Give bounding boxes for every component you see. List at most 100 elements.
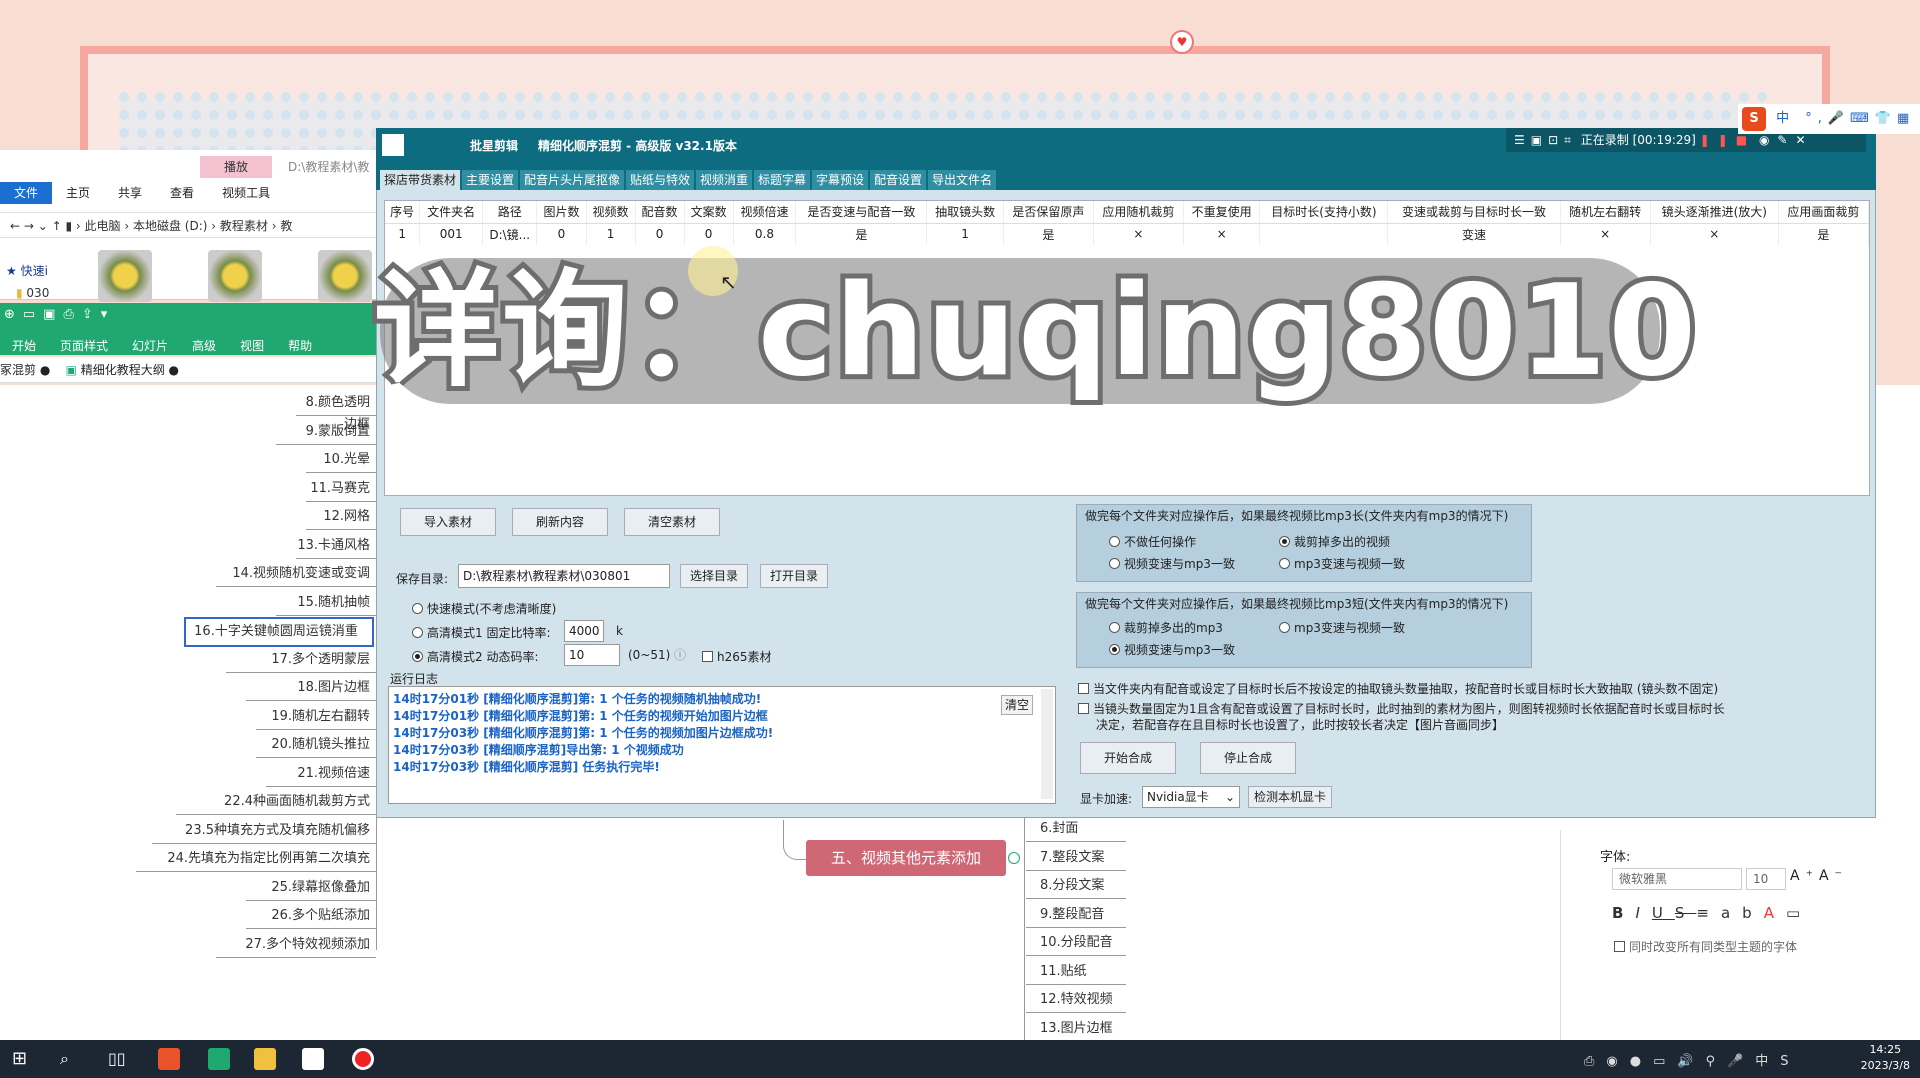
mindmap-item[interactable]: 11.马赛克	[306, 478, 376, 502]
log-clear-button[interactable]: 清空	[1001, 695, 1033, 715]
mindmap-item[interactable]: 9.整段配音	[1026, 904, 1126, 928]
font-family-select[interactable]: 微软雅黑	[1612, 868, 1742, 890]
nav-arrows-icon[interactable]: ← → ⌄ ↑ ▮ ›	[10, 219, 85, 233]
mindmap-item[interactable]: 23.5种填充方式及填充随机偏移	[152, 820, 376, 844]
mindmap-item[interactable]: 9.蒙版倒置	[276, 421, 376, 445]
tab-dubbing-matting[interactable]: 配音片头片尾抠像	[520, 170, 624, 190]
mindmap-item[interactable]: 10.分段配音	[1026, 932, 1126, 956]
mindmap-item[interactable]: 13.图片边框	[1026, 1018, 1126, 1042]
detect-gpu-button[interactable]: 检测本机显卡	[1248, 786, 1332, 808]
ime-tools-icon[interactable]: 🎤⌨👕▦	[1828, 111, 1915, 126]
column-header[interactable]: 应用随机裁剪	[1093, 201, 1184, 224]
mindmap-item[interactable]: 11.贴纸	[1026, 961, 1126, 985]
option-radio[interactable]: 裁剪掉多出的视频	[1279, 533, 1390, 550]
option-radio[interactable]: 视频变速与mp3一致	[1109, 555, 1235, 572]
mindmap-item[interactable]: 12.网格	[306, 506, 376, 530]
option-radio[interactable]: 不做任何操作	[1109, 533, 1196, 550]
breadcrumb[interactable]: ← → ⌄ ↑ ▮ › 此电脑 › 本地磁盘 (D:) › 教程素材 › 教	[0, 212, 380, 238]
ime-toolbar[interactable]: S 中 °,🎤⌨👕▦	[1738, 104, 1920, 134]
tab-dubbing-settings[interactable]: 配音设置	[870, 170, 926, 190]
mindmap-item[interactable]: 24.先填充为指定比例再第二次填充	[136, 848, 376, 872]
app-icon[interactable]	[158, 1048, 180, 1070]
mindmap-item[interactable]: 7.整段文案	[1026, 847, 1126, 871]
mindmap-item[interactable]: 16.十字关键帧圆周运镜消重	[184, 617, 374, 647]
option-radio[interactable]: 裁剪掉多出的mp3	[1109, 619, 1223, 636]
tab-video-tools[interactable]: 视频工具	[208, 182, 284, 204]
option-radio[interactable]: mp3变速与视频一致	[1279, 619, 1405, 636]
column-header[interactable]: 序号	[385, 201, 421, 224]
mindmap-item[interactable]: 26.多个贴纸添加	[246, 905, 376, 929]
tab-title-subtitle[interactable]: 标题字幕	[754, 170, 810, 190]
thumbnail[interactable]	[208, 250, 262, 302]
doc-tab-active[interactable]: ▣ 精细化教程大纲	[66, 363, 165, 377]
play-tab[interactable]: 播放	[200, 156, 272, 178]
mindmap-item[interactable]: 27.多个特效视频添加	[216, 934, 376, 958]
font-size-adjust-icon[interactable]: A⁺A⁻	[1790, 868, 1848, 884]
mindmap-item[interactable]: 22.4种画面随机裁剪方式	[176, 791, 376, 815]
tab-view[interactable]: 查看	[156, 182, 208, 204]
import-button[interactable]: 导入素材	[400, 508, 496, 536]
pause-stop-icon[interactable]: ❚❚■	[1700, 133, 1755, 147]
refresh-button[interactable]: 刷新内容	[512, 508, 608, 536]
task-view-icon[interactable]: ▯▯	[108, 1048, 130, 1070]
hq2-mode-radio[interactable]: 高清模式2 动态码率:	[412, 648, 539, 665]
thumbnail[interactable]	[98, 250, 152, 302]
crumb-disk[interactable]: 本地磁盘 (D:)	[133, 219, 207, 233]
mindmap-item[interactable]: 10.光晕	[306, 449, 376, 473]
column-header[interactable]: 不重复使用	[1183, 201, 1261, 224]
mindmap-item[interactable]: 19.随机左右翻转	[256, 706, 376, 730]
font-size-select[interactable]: 10	[1746, 868, 1786, 890]
menu-help[interactable]: 帮助	[288, 337, 312, 354]
hq1-mode-radio[interactable]: 高清模式1 固定比特率:	[412, 624, 551, 641]
crumb-sub[interactable]: 教	[280, 219, 292, 233]
fast-mode-radio[interactable]: 快速模式(不考虑清晰度)	[412, 600, 556, 617]
column-header[interactable]: 目标时长(支持小数)	[1259, 201, 1389, 224]
folder-icon[interactable]	[254, 1048, 276, 1070]
menu-slides[interactable]: 幻灯片	[132, 337, 168, 354]
folder-item[interactable]: ▮ 030	[16, 286, 49, 300]
tab-home[interactable]: 主页	[52, 182, 104, 204]
windows-start-icon[interactable]: ⊞	[12, 1048, 34, 1070]
mindmap-app-icon[interactable]	[208, 1048, 230, 1070]
tab-dedup[interactable]: 视频消重	[696, 170, 752, 190]
column-header[interactable]: 图片数	[536, 201, 587, 224]
mindmap-item[interactable]: 8.颜色透明边框	[296, 392, 376, 432]
start-button[interactable]: 开始合成	[1080, 742, 1176, 774]
mindmap-item[interactable]: 13.卡通风格	[296, 535, 376, 559]
mindmap-item[interactable]: 20.随机镜头推拉	[256, 734, 376, 758]
tab-share[interactable]: 共享	[104, 182, 156, 204]
column-header[interactable]: 镜头逐渐推进(放大)	[1650, 201, 1779, 224]
mindmap-node[interactable]: 五、视频其他元素添加	[806, 840, 1006, 876]
tab-file[interactable]: 文件	[0, 182, 53, 204]
quick-access[interactable]: ★ 快速i	[6, 262, 48, 279]
open-dir-button[interactable]: 打开目录	[760, 564, 828, 588]
clock[interactable]: 14:25 2023/3/8	[1861, 1042, 1910, 1074]
text-format-toolbar[interactable]: BIUS≡abA▭	[1612, 904, 1812, 922]
mindmap-item[interactable]: 21.视频倍速	[266, 763, 376, 787]
mindmap-item[interactable]: 15.随机抽帧	[276, 592, 376, 616]
camera-icon[interactable]: ◉✎✕	[1759, 133, 1814, 147]
column-header[interactable]: 应用画面裁剪	[1778, 201, 1870, 224]
tab-main-settings[interactable]: 主要设置	[462, 170, 518, 190]
search-icon[interactable]: ⌕	[60, 1048, 82, 1070]
doc-tab[interactable]: 冢混剪	[0, 363, 36, 377]
column-header[interactable]: 文件夹名	[419, 201, 483, 224]
quick-toolbar-icons[interactable]: ⊕▭▣⎙⇪▾	[4, 307, 115, 322]
column-header[interactable]: 视频倍速	[733, 201, 797, 224]
run-log[interactable]: 14时17分01秒 [精细化顺序混剪]第: 1 个任务的视频随机抽帧成功! 14时…	[388, 686, 1056, 804]
crf-stepper[interactable]: 10	[564, 644, 620, 666]
column-header[interactable]: 随机左右翻转	[1560, 201, 1651, 224]
column-header[interactable]: 配音数	[635, 201, 685, 224]
thumbnail[interactable]	[318, 250, 372, 302]
apply-all-checkbox[interactable]: 同时改变所有同类型主题的字体	[1614, 938, 1797, 955]
mindmap-item[interactable]: 14.视频随机变速或变调	[216, 563, 376, 587]
tab-stickers-effects[interactable]: 贴纸与特效	[626, 170, 694, 190]
mindmap-item[interactable]: 17.多个透明蒙层	[226, 649, 376, 673]
collapse-toggle-icon[interactable]	[1008, 852, 1020, 864]
mindmap-item[interactable]: 12.特效视频	[1026, 989, 1126, 1013]
choose-dir-button[interactable]: 选择目录	[680, 564, 748, 588]
column-header[interactable]: 文案数	[684, 201, 734, 224]
tab-store-material[interactable]: 探店带货素材	[380, 170, 460, 190]
menu-start[interactable]: 开始	[12, 337, 36, 354]
column-header[interactable]: 变速或裁剪与目标时长一致	[1387, 201, 1561, 224]
